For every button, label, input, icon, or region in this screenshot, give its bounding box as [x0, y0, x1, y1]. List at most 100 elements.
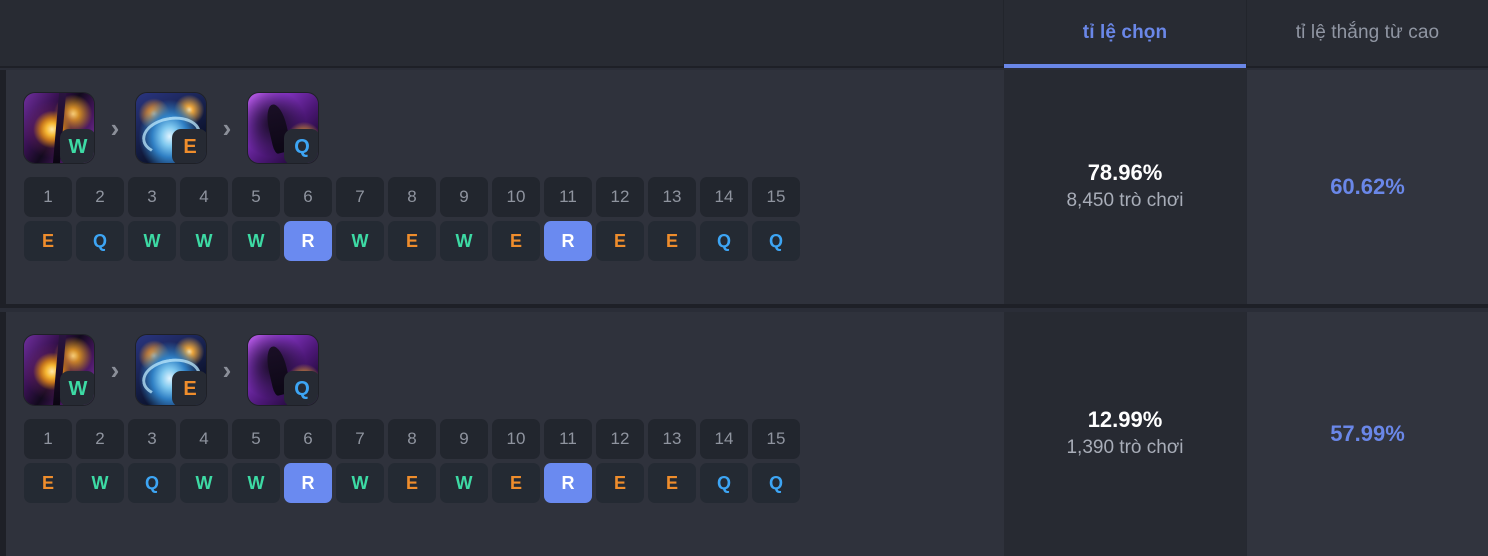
ability-icon-q[interactable]: Q: [248, 335, 318, 405]
skill-cell[interactable]: Q: [752, 463, 800, 503]
level-cell: 3: [128, 177, 176, 217]
ability-key-badge: Q: [284, 129, 318, 163]
level-cell: 13: [648, 419, 696, 459]
win-rate-cell: 57.99%: [1246, 312, 1488, 556]
level-cell: 14: [700, 177, 748, 217]
level-cell: 11: [544, 177, 592, 217]
level-cell: 6: [284, 419, 332, 459]
skill-cell[interactable]: R: [284, 463, 332, 503]
skill-cell[interactable]: W: [232, 463, 280, 503]
skill-order-detail: W › E › Q 1 2 3 4 5 6 7 8 9 10 11 12 13 14 15 EWQWWRWE…: [6, 312, 1004, 556]
chevron-right-icon: ›: [110, 113, 120, 143]
level-cell: 15: [752, 419, 800, 459]
level-cell: 6: [284, 177, 332, 217]
level-cell: 5: [232, 419, 280, 459]
stats-tab-header: tỉ lệ chọn tỉ lệ thắng từ cao: [0, 0, 1488, 68]
skill-cell[interactable]: E: [388, 463, 436, 503]
ability-priority-chain: W › E › Q: [24, 92, 1004, 164]
tab-pick-rate-label: tỉ lệ chọn: [1082, 22, 1168, 43]
skill-level-grid: 1 2 3 4 5 6 7 8 9 10 11 12 13 14 15 EQWWWRWEWEREEQQ: [24, 177, 818, 261]
level-cell: 14: [700, 419, 748, 459]
skill-cell[interactable]: R: [284, 221, 332, 261]
level-cell: 9: [440, 177, 488, 217]
skill-cell[interactable]: W: [440, 463, 488, 503]
level-cell: 13: [648, 177, 696, 217]
ability-key-badge: E: [172, 371, 206, 405]
level-cell: 10: [492, 419, 540, 459]
level-cell: 1: [24, 419, 72, 459]
skill-cell[interactable]: W: [440, 221, 488, 261]
pick-rate-cell: 78.96% 8,450 trò chơi: [1004, 70, 1246, 304]
skill-cell[interactable]: W: [232, 221, 280, 261]
ability-icon-w[interactable]: W: [24, 93, 94, 163]
level-cell: 10: [492, 177, 540, 217]
level-cell: 1: [24, 177, 72, 217]
chevron-right-icon: ›: [222, 355, 232, 385]
pick-rate-value: 78.96%: [1087, 160, 1163, 186]
skill-cell[interactable]: Q: [128, 463, 176, 503]
skill-cell[interactable]: W: [180, 221, 228, 261]
level-cell: 3: [128, 419, 176, 459]
skill-cell[interactable]: R: [544, 463, 592, 503]
level-cell: 7: [336, 177, 384, 217]
pick-rate-value: 12.99%: [1087, 407, 1163, 433]
level-cell: 8: [388, 419, 436, 459]
tab-win-rate[interactable]: tỉ lệ thắng từ cao: [1246, 0, 1488, 66]
skill-cell[interactable]: Q: [700, 221, 748, 261]
skill-cell[interactable]: E: [648, 221, 696, 261]
skill-cell[interactable]: Q: [752, 221, 800, 261]
ability-icon-q[interactable]: Q: [248, 93, 318, 163]
win-rate-value: 60.62%: [1330, 174, 1405, 199]
level-cell: 2: [76, 177, 124, 217]
tab-pick-rate[interactable]: tỉ lệ chọn: [1004, 0, 1246, 68]
skill-cell[interactable]: E: [388, 221, 436, 261]
level-cell: 12: [596, 419, 644, 459]
skill-order-row[interactable]: W › E › Q 1 2 3 4 5 6 7 8 9 10 11 12 13 14 15 EWQWWRWE…: [0, 312, 1488, 556]
level-cell: 5: [232, 177, 280, 217]
skill-order-row[interactable]: W › E › Q 1 2 3 4 5 6 7 8 9 10 11 12 13 14 15 EQWWWRWE…: [0, 70, 1488, 308]
skill-cell[interactable]: W: [180, 463, 228, 503]
skill-cell[interactable]: R: [544, 221, 592, 261]
games-count: 1,390 trò chơi: [1066, 436, 1184, 458]
level-cell: 4: [180, 419, 228, 459]
ability-icon-e[interactable]: E: [136, 335, 206, 405]
level-cell: 4: [180, 177, 228, 217]
skill-key-line: EWQWWRWEWEREEQQ: [24, 463, 818, 503]
skill-cell[interactable]: E: [648, 463, 696, 503]
skill-cell[interactable]: E: [596, 221, 644, 261]
level-cell: 9: [440, 419, 488, 459]
skill-key-line: EQWWWRWEWEREEQQ: [24, 221, 818, 261]
skill-cell[interactable]: E: [492, 463, 540, 503]
win-rate-value: 57.99%: [1330, 421, 1405, 446]
ability-icon-e[interactable]: E: [136, 93, 206, 163]
level-cell: 7: [336, 419, 384, 459]
chevron-right-icon: ›: [222, 113, 232, 143]
level-number-line: 1 2 3 4 5 6 7 8 9 10 11 12 13 14 15: [24, 419, 818, 459]
skill-cell[interactable]: E: [24, 221, 72, 261]
skill-level-grid: 1 2 3 4 5 6 7 8 9 10 11 12 13 14 15 EWQWWRWEWEREEQQ: [24, 419, 818, 503]
level-number-line: 1 2 3 4 5 6 7 8 9 10 11 12 13 14 15: [24, 177, 818, 217]
skill-cell[interactable]: E: [492, 221, 540, 261]
skill-cell[interactable]: W: [128, 221, 176, 261]
skill-cell[interactable]: Q: [76, 221, 124, 261]
skill-cell[interactable]: W: [336, 463, 384, 503]
ability-key-badge: E: [172, 129, 206, 163]
level-cell: 12: [596, 177, 644, 217]
level-cell: 15: [752, 177, 800, 217]
chevron-right-icon: ›: [110, 355, 120, 385]
header-spacer: [0, 0, 1004, 66]
skill-cell[interactable]: W: [76, 463, 124, 503]
skill-cell[interactable]: Q: [700, 463, 748, 503]
skill-cell[interactable]: E: [596, 463, 644, 503]
skill-cell[interactable]: W: [336, 221, 384, 261]
ability-key-badge: Q: [284, 371, 318, 405]
skill-order-panel: tỉ lệ chọn tỉ lệ thắng từ cao W › E › Q …: [0, 0, 1488, 556]
level-cell: 2: [76, 419, 124, 459]
ability-icon-w[interactable]: W: [24, 335, 94, 405]
games-count: 8,450 trò chơi: [1066, 189, 1184, 211]
ability-key-badge: W: [60, 371, 94, 405]
pick-rate-cell: 12.99% 1,390 trò chơi: [1004, 312, 1246, 556]
ability-key-badge: W: [60, 129, 94, 163]
skill-order-detail: W › E › Q 1 2 3 4 5 6 7 8 9 10 11 12 13 14 15 EQWWWRWE…: [6, 70, 1004, 304]
skill-cell[interactable]: E: [24, 463, 72, 503]
